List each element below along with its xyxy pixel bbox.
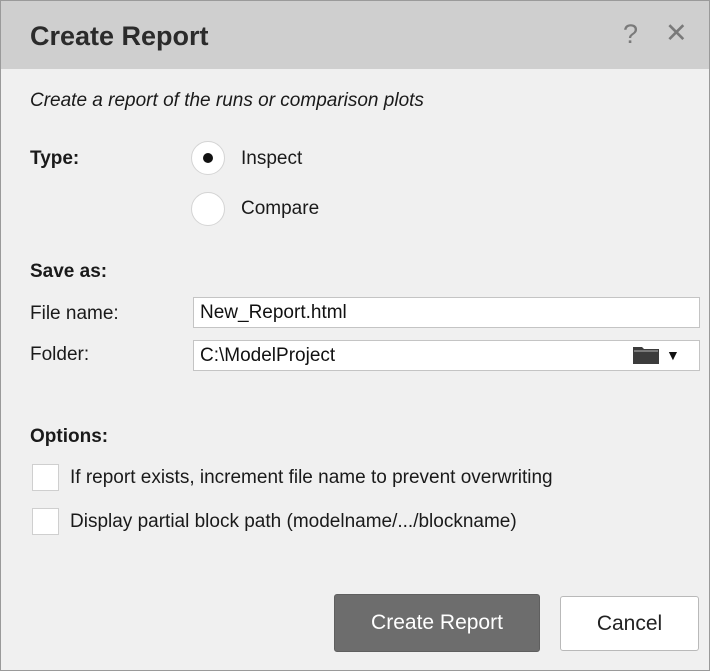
dialog-description: Create a report of the runs or compariso… <box>30 90 424 111</box>
help-icon[interactable]: ? <box>623 19 638 50</box>
options-heading: Options: <box>30 426 109 447</box>
checkbox-increment-file-name-label[interactable]: If report exists, increment file name to… <box>70 467 553 489</box>
close-icon[interactable]: ✕ <box>665 18 688 49</box>
checkbox-partial-block-path-label[interactable]: Display partial block path (modelname/..… <box>70 511 517 533</box>
create-report-button[interactable]: Create Report <box>334 594 540 652</box>
radio-selected-dot <box>203 153 213 163</box>
folder-label: Folder: <box>30 344 90 365</box>
dialog-title: Create Report <box>30 21 209 51</box>
create-report-dialog: Create Report ? ✕ Create a report of the… <box>0 0 710 671</box>
file-name-field[interactable]: New_Report.html <box>193 297 700 328</box>
type-label: Type: <box>30 148 80 169</box>
radio-compare-label[interactable]: Compare <box>241 198 319 220</box>
checkbox-increment-file-name[interactable] <box>32 464 59 491</box>
title-bar: Create Report ? ✕ <box>1 1 709 69</box>
folder-icon[interactable] <box>633 346 659 364</box>
chevron-down-icon[interactable]: ▼ <box>666 347 680 363</box>
save-as-heading: Save as: <box>30 261 108 282</box>
radio-inspect-label[interactable]: Inspect <box>241 148 302 170</box>
folder-field[interactable]: C:\ModelProject <box>193 340 700 371</box>
radio-inspect[interactable] <box>191 141 225 175</box>
radio-compare[interactable] <box>191 192 225 226</box>
checkbox-partial-block-path[interactable] <box>32 508 59 535</box>
file-name-label: File name: <box>30 303 119 324</box>
cancel-button[interactable]: Cancel <box>560 596 699 651</box>
